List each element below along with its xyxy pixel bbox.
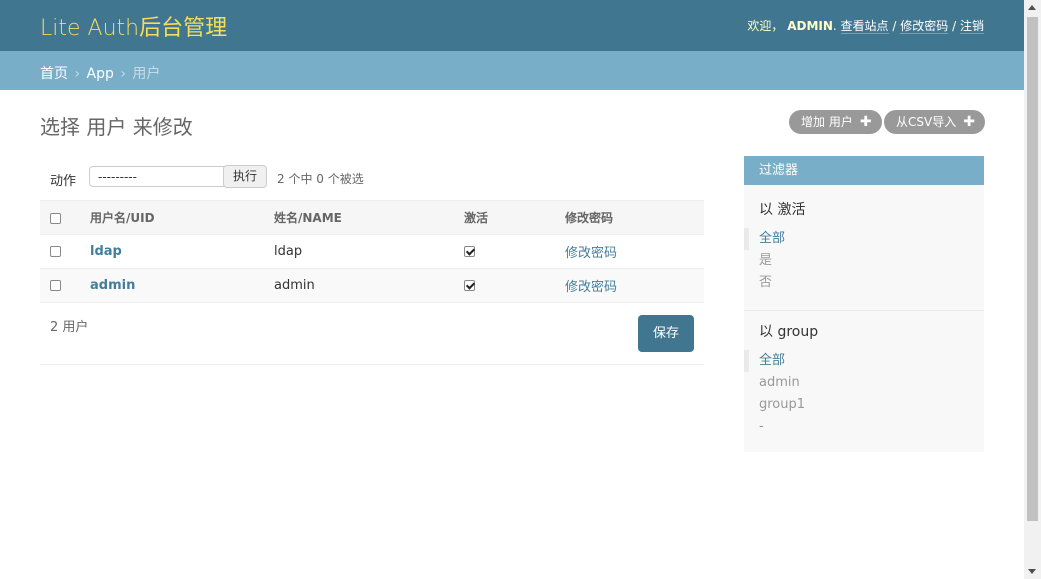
table-header-row: 用户名/UID 姓名/NAME 激活 修改密码 (40, 200, 704, 235)
scroll-down-icon[interactable] (1028, 569, 1036, 574)
result-table: 用户名/UID 姓名/NAME 激活 修改密码 ldap ldap 修改密码 a… (40, 200, 704, 303)
filter-item[interactable]: 全部 (744, 228, 984, 250)
logout-link[interactable]: 注销 (959, 19, 984, 34)
name-cell: admin (274, 268, 464, 303)
change-password-row-link[interactable]: 修改密码 (565, 246, 617, 261)
import-csv-button[interactable]: 从CSV导入 ✚ (884, 110, 985, 134)
column-header-active[interactable]: 激活 (464, 200, 565, 235)
filter-title: 过滤器 (744, 156, 984, 185)
action-label: 动作 (50, 174, 77, 189)
site-brand[interactable]: Lite Auth后台管理 (40, 10, 227, 42)
breadcrumb-sep: › (120, 66, 126, 82)
username: ADMIN (787, 19, 833, 33)
admin-page: Lite Auth后台管理 欢迎， ADMIN. 查看站点 / 修改密码 / 注… (0, 0, 1024, 579)
paginator: 2 用户 保存 (40, 302, 704, 365)
plus-icon: ✚ (859, 114, 872, 130)
change-password-row-link[interactable]: 修改密码 (565, 280, 617, 295)
column-header-change-password: 修改密码 (565, 200, 704, 235)
vertical-scrollbar[interactable] (1024, 0, 1041, 579)
save-button[interactable]: 保存 (638, 315, 694, 352)
actions-bar: 动作 --------- ▼ 执行 2 个中 0 个被选 (40, 163, 704, 193)
filter-item[interactable]: group1 (744, 394, 984, 416)
filter-item[interactable]: 是 (744, 250, 984, 272)
select-all-cell (40, 200, 90, 235)
add-user-button[interactable]: 增加 用户 ✚ (789, 110, 882, 134)
row-checkbox[interactable] (50, 280, 61, 291)
scrollbar-thumb[interactable] (1027, 17, 1038, 521)
filter-group-title: 以 group (759, 324, 819, 340)
column-header-name[interactable]: 姓名/NAME (274, 200, 464, 235)
run-action-button[interactable]: 执行 (223, 165, 267, 188)
import-csv-label: 从CSV导入 (896, 115, 957, 129)
row-checkbox[interactable] (50, 246, 61, 257)
breadcrumb-current: 用户 (132, 66, 161, 82)
view-site-link[interactable]: 查看站点 (840, 19, 889, 34)
active-checkbox (464, 280, 475, 291)
active-cell (464, 268, 565, 303)
separator: / (892, 19, 897, 33)
page-title: 选择 用户 来修改 (40, 115, 193, 139)
change-password-link[interactable]: 修改密码 (900, 19, 949, 34)
active-cell (464, 234, 565, 269)
table-row: ldap ldap 修改密码 (40, 234, 704, 269)
name-cell: ldap (274, 234, 464, 269)
header: Lite Auth后台管理 欢迎， ADMIN. 查看站点 / 修改密码 / 注… (0, 0, 1024, 51)
filter-item[interactable]: 全部 (744, 350, 984, 372)
welcome-text: 欢迎， (747, 19, 784, 33)
password-cell: 修改密码 (565, 234, 704, 269)
breadcrumb: 首页 › App › 用户 (0, 51, 1024, 90)
username-link[interactable]: admin (90, 278, 135, 293)
password-cell: 修改密码 (565, 268, 704, 303)
row-select-cell (40, 234, 90, 269)
filter-item[interactable]: admin (744, 372, 984, 394)
separator: / (952, 19, 957, 33)
breadcrumb-home[interactable]: 首页 (40, 66, 68, 82)
action-select-value: --------- (98, 170, 137, 184)
plus-icon: ✚ (963, 114, 975, 130)
active-checkbox (464, 246, 475, 257)
row-select-cell (40, 268, 90, 303)
username-cell: ldap (90, 234, 274, 269)
filter-group-title: 以 激活 (759, 202, 806, 218)
filter-panel: 过滤器 以 激活 全部 是 否 以 group 全部 admin group1 … (744, 156, 984, 452)
selection-counter: 2 个中 0 个被选 (277, 172, 364, 186)
breadcrumb-sep: › (74, 66, 81, 82)
username-cell: admin (90, 268, 274, 303)
filter-item[interactable]: 否 (744, 272, 984, 294)
table-row: admin admin 修改密码 (40, 268, 704, 303)
add-user-label: 增加 用户 (801, 115, 853, 129)
column-header-username[interactable]: 用户名/UID (90, 200, 274, 235)
result-count: 2 用户 (50, 320, 89, 335)
user-tools: 欢迎， ADMIN. 查看站点 / 修改密码 / 注销 (747, 19, 984, 34)
username-link[interactable]: ldap (90, 244, 122, 259)
breadcrumb-app[interactable]: App (87, 66, 114, 82)
filter-item[interactable]: - (744, 416, 984, 438)
filter-list-group: 全部 admin group1 - (744, 350, 984, 438)
scroll-up-icon[interactable] (1028, 5, 1036, 10)
select-all-checkbox[interactable] (50, 212, 61, 224)
filter-list-active: 全部 是 否 (744, 228, 984, 294)
